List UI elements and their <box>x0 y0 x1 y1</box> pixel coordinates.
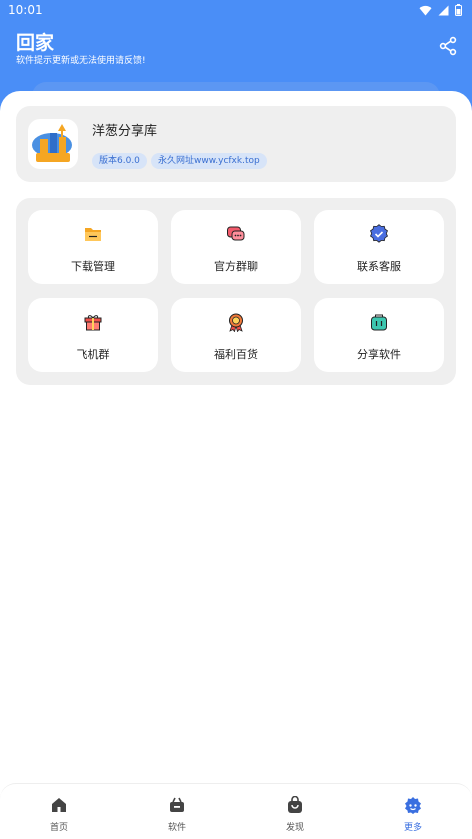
chat-icon <box>227 226 245 241</box>
nav-item-more[interactable]: 更多 <box>354 784 472 839</box>
app-logo <box>28 119 78 169</box>
bag-icon <box>371 314 387 331</box>
site-badge[interactable]: 永久网址www.ycfxk.top <box>151 153 267 169</box>
menu-item-welfare-store[interactable]: 福利百货 <box>171 298 301 372</box>
app-name: 洋葱分享库 <box>92 124 158 139</box>
menu-item-telegram-group[interactable]: 飞机群 <box>28 298 158 372</box>
status-bar: 10:01 <box>0 0 472 22</box>
share-button[interactable] <box>438 36 458 56</box>
signal-icon <box>438 5 449 15</box>
menu-item-label: 下载管理 <box>71 260 115 273</box>
nav-label-software: 软件 <box>167 823 186 833</box>
app-info-card: 洋葱分享库 版本6.0.0 永久网址www.ycfxk.top <box>16 106 456 182</box>
verified-icon <box>370 224 388 243</box>
menu-item-customer-service[interactable]: 联系客服 <box>314 210 444 284</box>
menu-grid: 下载管理 官方群聊 联系客服 飞机群 福利百货 分享软件 <box>16 198 456 385</box>
bottom-navigation: 首页 软件 发现 更多 <box>0 783 472 839</box>
nav-label-discover: 发现 <box>285 823 304 833</box>
nav-label-home: 首页 <box>49 823 68 833</box>
menu-item-label: 官方群聊 <box>214 260 258 273</box>
gift-icon <box>84 315 102 331</box>
version-badge: 版本6.0.0 <box>92 153 147 169</box>
menu-item-label: 联系客服 <box>357 260 401 273</box>
apps-icon <box>170 797 184 812</box>
status-time: 10:01 <box>8 3 43 17</box>
home-icon <box>52 798 66 812</box>
menu-item-label: 飞机群 <box>76 348 110 361</box>
nav-item-home[interactable]: 首页 <box>0 784 118 839</box>
share-icon <box>439 36 457 56</box>
main-content: 洋葱分享库 版本6.0.0 永久网址www.ycfxk.top 下载管理 官方群… <box>0 91 472 791</box>
medal-icon <box>229 313 243 332</box>
wifi-icon <box>419 5 432 16</box>
battery-icon <box>455 4 462 16</box>
nav-label-more: 更多 <box>403 823 422 833</box>
menu-item-label: 福利百货 <box>214 348 258 361</box>
discover-bag-icon <box>288 796 302 813</box>
menu-item-download[interactable]: 下载管理 <box>28 210 158 284</box>
menu-item-label: 分享软件 <box>357 348 401 361</box>
status-icons <box>419 4 462 16</box>
more-icon <box>405 797 421 814</box>
menu-item-share-software[interactable]: 分享软件 <box>314 298 444 372</box>
page-title: 回家 <box>16 32 55 54</box>
nav-item-discover[interactable]: 发现 <box>236 784 354 839</box>
page-subtitle: 软件提示更新或无法使用请反馈! <box>16 56 146 66</box>
menu-item-group-chat[interactable]: 官方群聊 <box>171 210 301 284</box>
nav-item-software[interactable]: 软件 <box>118 784 236 839</box>
folder-icon <box>85 228 101 241</box>
